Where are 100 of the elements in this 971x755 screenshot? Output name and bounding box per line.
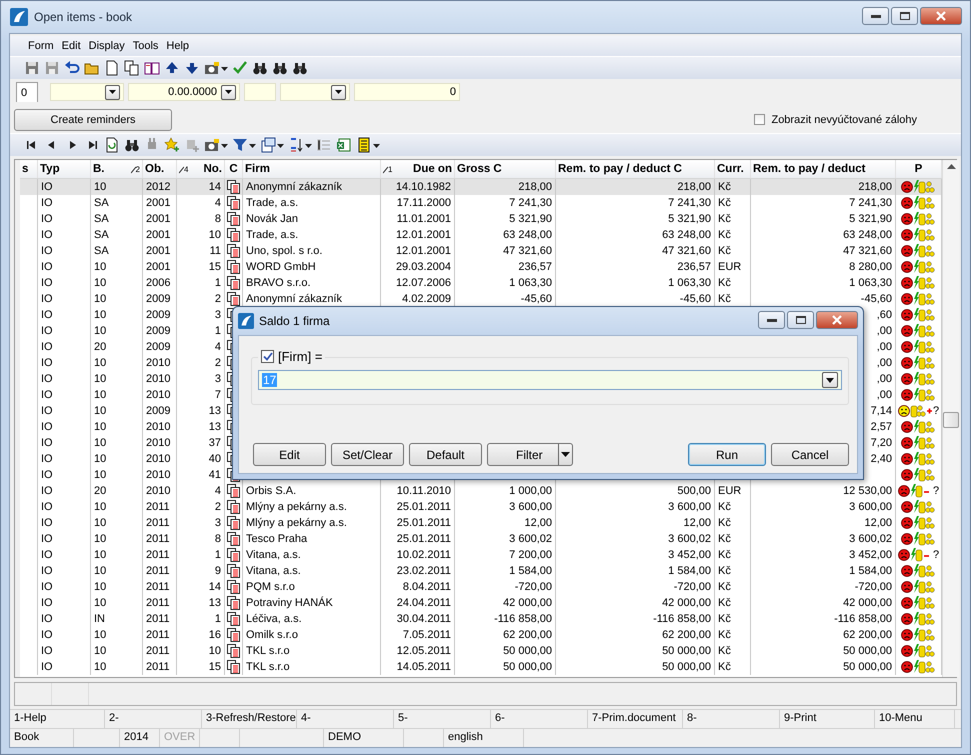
dialog-button[interactable]: Run bbox=[688, 443, 766, 466]
arrow-up-icon[interactable] bbox=[164, 60, 180, 76]
combo-box[interactable]: 0.00.0000 bbox=[128, 83, 240, 101]
function-key[interactable]: 9-Print bbox=[780, 710, 875, 728]
table-row[interactable]: IO 10 2011 10 TKL s.r.o 12.05.2011 50 000,00 50 000,00 Kč 50 000,00 bbox=[20, 643, 942, 659]
table-row[interactable]: IO 10 2011 9 Vitana, a.s. 23.02.2011 1 584,00 1 584,00 Kč 1 584,00 bbox=[20, 563, 942, 579]
document-icon[interactable] bbox=[227, 276, 240, 290]
sort-icon[interactable] bbox=[288, 137, 304, 153]
document-icon[interactable] bbox=[227, 628, 240, 642]
column-header[interactable]: Typ bbox=[38, 160, 91, 178]
check-icon[interactable] bbox=[232, 60, 248, 76]
table-row[interactable]: IO SA 2001 11 Uno, spol. s r.o. 12.01.2001 47 321,60 47 321,60 Kč 47 321,60 bbox=[20, 243, 942, 259]
table-row[interactable]: IO SA 2001 10 Trade, a.s. 12.01.2001 63 248,00 63 248,00 Kč 63 248,00 bbox=[20, 227, 942, 243]
document-icon[interactable] bbox=[227, 612, 240, 626]
document-icon[interactable] bbox=[227, 212, 240, 226]
filter-icon[interactable] bbox=[232, 137, 248, 153]
scrollbar[interactable] bbox=[942, 160, 959, 677]
column-header[interactable]: 1 Due on bbox=[381, 160, 455, 178]
document-icon[interactable] bbox=[227, 228, 240, 242]
table-row[interactable]: IO 10 2011 13 Potraviny HANÁK 24.04.2011 42 000,00 42 000,00 Kč 42 000,00 bbox=[20, 595, 942, 611]
binoculars-icon[interactable] bbox=[124, 137, 140, 153]
minimize-button[interactable] bbox=[862, 7, 889, 25]
table-row[interactable]: IO 10 2011 2 Mlýny a pekárny a.s. 25.01.2011 3 600,00 3 600,00 Kč 3 600,00 bbox=[20, 499, 942, 515]
close-button[interactable] bbox=[920, 7, 962, 25]
close-button[interactable] bbox=[816, 311, 858, 329]
camera-icon[interactable] bbox=[204, 60, 220, 76]
book-icon[interactable] bbox=[144, 60, 160, 76]
spreadsheet-icon[interactable] bbox=[336, 137, 352, 153]
menu-item[interactable]: Help bbox=[162, 38, 194, 54]
table-row[interactable]: IO 10 2012 14 Anonymní zákazník 14.10.1982 218,00 218,00 Kč 218,00 bbox=[20, 179, 942, 195]
table-row[interactable]: IO 10 2011 3 Mlýny a pekárny a.s. 25.01.2011 12,00 12,00 Kč 12,00 bbox=[20, 515, 942, 531]
arrow-down-icon[interactable] bbox=[184, 60, 200, 76]
table-row[interactable]: IO 10 2006 1 BRAVO s.r.o. 12.07.2006 1 063,30 1 063,30 Kč 1 063,30 bbox=[20, 275, 942, 291]
table-row[interactable]: IO SA 2001 8 Novák Jan 11.01.2001 5 321,90 5 321,90 Kč 5 321,90 bbox=[20, 211, 942, 227]
refresh-icon[interactable] bbox=[104, 137, 120, 153]
star-add-icon[interactable] bbox=[164, 137, 180, 153]
input-field[interactable]: 0 bbox=[354, 83, 460, 101]
binoculars-icon[interactable] bbox=[252, 60, 268, 76]
input-field[interactable] bbox=[244, 83, 276, 101]
copy-icon[interactable] bbox=[124, 60, 140, 76]
tab[interactable]: 0 bbox=[16, 82, 38, 102]
table-row[interactable]: IO 10 2011 1 Vitana, a.s. 10.02.2011 7 200,00 3 452,00 Kč 3 452,00 ? bbox=[20, 547, 942, 563]
create-reminders-button[interactable]: Create reminders bbox=[14, 108, 172, 130]
maximize-button[interactable] bbox=[891, 7, 918, 25]
document-icon[interactable] bbox=[227, 548, 240, 562]
table-row[interactable]: IO 10 2011 8 Tesco Praha 25.01.2011 3 600,02 3 600,02 Kč 3 600,02 bbox=[20, 531, 942, 547]
column-header[interactable]: Rem. to pay / deduct C bbox=[556, 160, 715, 178]
column-header[interactable]: B. 2 bbox=[91, 160, 143, 178]
dialog-button[interactable]: Default bbox=[409, 443, 482, 466]
table-row[interactable]: IO 10 2011 16 Omilk s.r.o 7.05.2011 62 200,00 62 200,00 Kč 62 200,00 bbox=[20, 627, 942, 643]
dialog-button[interactable]: Edit bbox=[253, 443, 326, 466]
function-key[interactable]: 5- bbox=[394, 710, 491, 728]
save-icon[interactable] bbox=[24, 60, 40, 76]
document-icon[interactable] bbox=[227, 196, 240, 210]
binoculars-icon[interactable] bbox=[292, 60, 308, 76]
combo-box[interactable] bbox=[50, 83, 124, 101]
document-icon[interactable] bbox=[227, 532, 240, 546]
document-icon[interactable] bbox=[227, 516, 240, 530]
checkbox[interactable] bbox=[754, 114, 766, 125]
document-icon[interactable] bbox=[227, 564, 240, 578]
column-header[interactable]: Ob. bbox=[143, 160, 177, 178]
table-row[interactable]: IO 10 2001 15 WORD GmbH 29.03.2004 236,57 236,57 EUR 8 280,00 bbox=[20, 259, 942, 275]
column-header[interactable]: C bbox=[225, 160, 243, 178]
function-key[interactable]: 10-Menu bbox=[875, 710, 955, 728]
table-row[interactable]: IO SA 2001 4 Trade, a.s. 17.11.2000 7 241,30 7 241,30 Kč 7 241,30 bbox=[20, 195, 942, 211]
document-icon[interactable] bbox=[227, 244, 240, 258]
undo-icon[interactable] bbox=[64, 60, 80, 76]
document-icon[interactable] bbox=[227, 292, 240, 306]
column-header[interactable]: s bbox=[20, 160, 38, 178]
column-header[interactable]: Firm bbox=[243, 160, 381, 178]
document-icon[interactable] bbox=[227, 596, 240, 610]
document-icon[interactable] bbox=[227, 260, 240, 274]
table-row[interactable]: IO IN 2011 1 Léčiva, a.s. 30.04.2011 -116 858,00 -116 858,00 Kč -116 858,00 bbox=[20, 611, 942, 627]
function-key[interactable]: 4- bbox=[297, 710, 394, 728]
function-key[interactable]: 2- bbox=[105, 710, 202, 728]
document-icon[interactable] bbox=[227, 180, 240, 194]
binoculars-icon[interactable] bbox=[272, 60, 288, 76]
caret-icon[interactable] bbox=[561, 452, 570, 457]
menu-item[interactable]: Tools bbox=[128, 38, 162, 54]
scroll-thumb[interactable] bbox=[943, 412, 959, 428]
dialog-button[interactable]: Cancel bbox=[771, 443, 849, 466]
column-header[interactable]: Curr. bbox=[715, 160, 751, 178]
dialog-button[interactable]: Set/Clear bbox=[331, 443, 404, 466]
document-icon[interactable] bbox=[227, 500, 240, 514]
new-document-icon[interactable] bbox=[104, 60, 120, 76]
column-header[interactable]: 4 No. bbox=[177, 160, 225, 178]
function-key[interactable]: 3-Refresh/Restore bbox=[202, 710, 297, 728]
menu-item[interactable]: Form bbox=[24, 38, 58, 54]
dialog-button[interactable]: Filter bbox=[487, 443, 573, 466]
table-row[interactable]: IO 20 2010 4 Orbis S.A. 10.11.2010 1 000,00 500,00 EUR 12 530,00 ? bbox=[20, 483, 942, 499]
menu-item[interactable]: Display bbox=[84, 38, 129, 54]
column-header[interactable]: Rem. to pay / deduct bbox=[751, 160, 896, 178]
list-icon[interactable] bbox=[316, 137, 332, 153]
function-key[interactable]: 6- bbox=[491, 710, 588, 728]
combo-box[interactable] bbox=[280, 83, 350, 101]
document-icon[interactable] bbox=[227, 644, 240, 658]
minimize-button[interactable] bbox=[758, 311, 785, 329]
function-key[interactable]: 1-Help bbox=[10, 710, 105, 728]
document-icon[interactable] bbox=[227, 484, 240, 498]
checkbox[interactable] bbox=[261, 350, 274, 363]
